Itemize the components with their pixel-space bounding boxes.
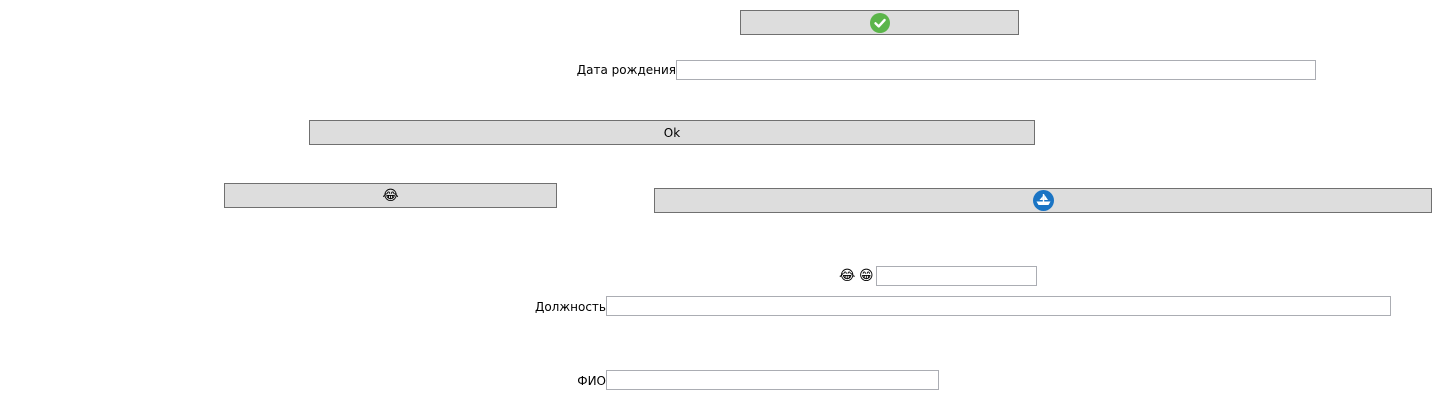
boat-button[interactable]	[654, 188, 1432, 213]
laughing-face-icon: 😂	[382, 187, 399, 204]
position-field[interactable]	[606, 296, 1391, 316]
grinning-face-icon: 😁	[859, 268, 874, 284]
birthdate-field[interactable]	[676, 60, 1316, 80]
laugh-emoji-button[interactable]: 😂	[224, 183, 557, 208]
position-label: Должность	[534, 300, 606, 314]
fio-field[interactable]	[606, 370, 939, 390]
fio-label: ФИО	[577, 374, 606, 388]
birthdate-label: Дата рождения	[576, 63, 676, 77]
emoji-field[interactable]	[876, 266, 1037, 286]
boat-icon	[1032, 190, 1054, 211]
ok-button-label: Ok	[663, 125, 681, 140]
ok-button[interactable]: Ok	[309, 120, 1035, 145]
confirm-check-button[interactable]	[740, 10, 1019, 35]
check-circle-icon	[869, 12, 890, 33]
laughing-face-icon: 😂	[839, 268, 856, 284]
